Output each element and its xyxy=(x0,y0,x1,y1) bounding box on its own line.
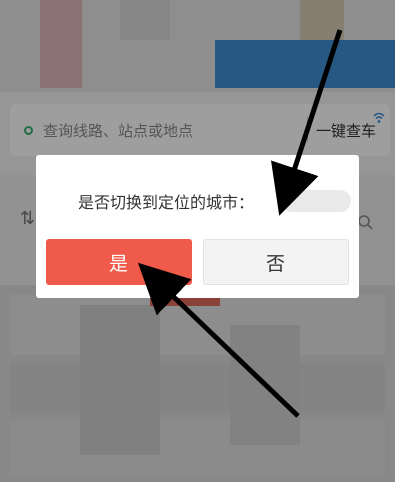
redacted-city-name xyxy=(281,190,351,212)
no-button[interactable]: 否 xyxy=(203,239,349,285)
yes-button[interactable]: 是 xyxy=(46,239,192,285)
switch-city-dialog: 是否切换到定位的城市： 是 否 xyxy=(36,155,359,298)
